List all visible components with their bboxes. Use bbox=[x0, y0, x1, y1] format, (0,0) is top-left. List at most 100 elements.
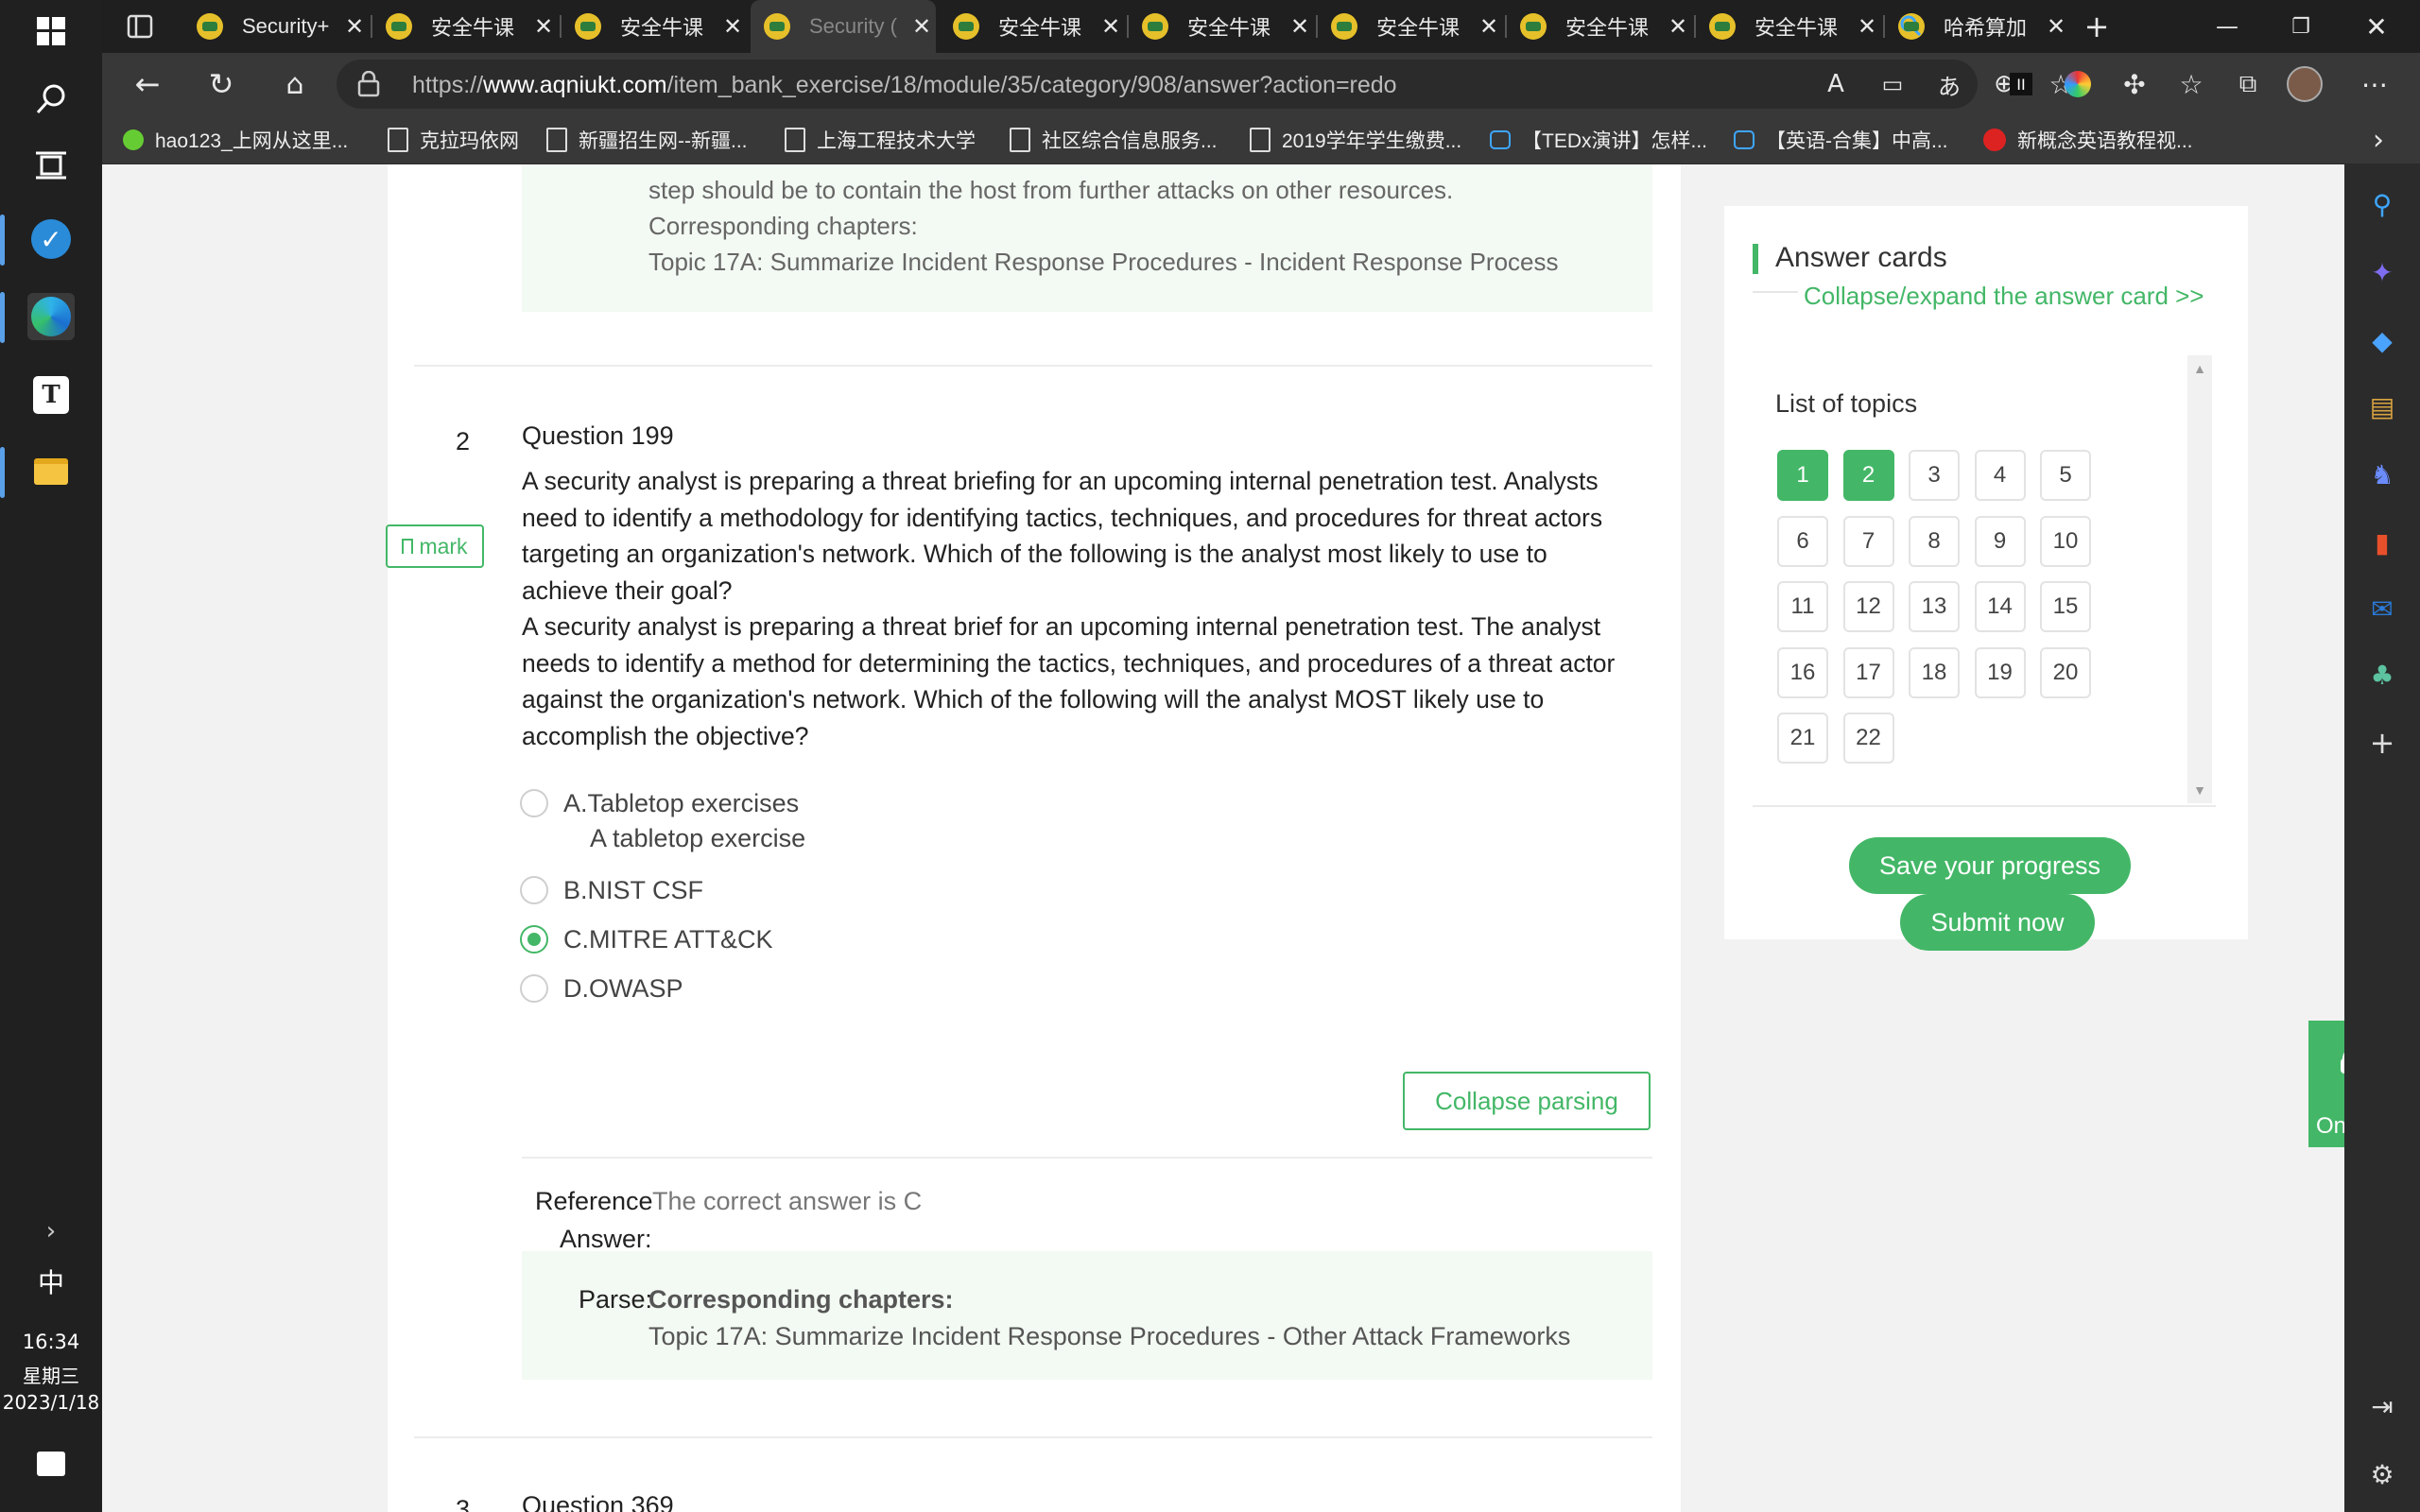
bookmarks-more-icon[interactable]: › bbox=[2356, 117, 2401, 163]
extension-pause-icon[interactable]: II bbox=[1998, 61, 2044, 107]
shopping-tag-icon[interactable]: ◆ bbox=[2363, 321, 2401, 359]
tools-icon[interactable]: ▤ bbox=[2363, 387, 2401, 425]
save-progress-button[interactable]: Save your progress bbox=[1849, 837, 2131, 894]
task-view-icon[interactable] bbox=[27, 142, 75, 189]
translate-icon[interactable]: あ bbox=[1927, 61, 1972, 107]
topic-number-button[interactable]: 13 bbox=[1909, 581, 1960, 632]
app-v-icon[interactable]: ✓ bbox=[27, 215, 75, 263]
home-icon[interactable]: ⌂ bbox=[272, 61, 318, 107]
tab-item[interactable]: 安全牛课 ✕ bbox=[562, 8, 747, 45]
settings-gear-icon[interactable]: ⚙ bbox=[2363, 1455, 2401, 1493]
outlook-icon[interactable]: ✉ bbox=[2363, 590, 2401, 627]
discover-icon[interactable]: ✦ bbox=[2363, 253, 2401, 291]
tab-item[interactable]: 安全牛课 ✕ bbox=[1318, 8, 1503, 45]
lock-icon[interactable] bbox=[357, 70, 380, 97]
close-window-icon[interactable]: ✕ bbox=[2354, 4, 2399, 49]
read-aloud-icon[interactable]: A bbox=[1813, 61, 1858, 107]
windows-start-icon[interactable] bbox=[27, 8, 75, 55]
ime-indicator[interactable]: 中 bbox=[0, 1263, 102, 1300]
close-tab-icon[interactable]: ✕ bbox=[1286, 13, 1314, 40]
url-text[interactable]: https://www.aqniukt.com/item_bank_exerci… bbox=[412, 72, 1397, 99]
refresh-icon[interactable]: ↻ bbox=[199, 61, 244, 107]
option-b-radio[interactable] bbox=[520, 876, 548, 904]
bookmark-item[interactable]: 上海工程技术大学 bbox=[785, 125, 976, 155]
tab-item[interactable]: 安全牛课 ✕ bbox=[940, 8, 1125, 45]
tab-item[interactable]: Security (✕ bbox=[751, 0, 936, 53]
topic-number-button[interactable]: 11 bbox=[1777, 581, 1828, 632]
tab-item[interactable]: Security+ ✕ bbox=[183, 8, 369, 45]
topic-number-button[interactable]: 12 bbox=[1842, 581, 1894, 632]
restore-icon[interactable]: ❐ bbox=[2278, 4, 2324, 49]
collapse-parsing-button[interactable]: Collapse parsing bbox=[1403, 1072, 1651, 1130]
topic-list-scrollbar[interactable]: ▲ ▼ bbox=[2187, 355, 2212, 803]
bookmark-item[interactable]: 新疆招生网--新疆... bbox=[546, 125, 748, 155]
edge-browser-icon[interactable] bbox=[27, 293, 75, 340]
topic-number-button[interactable]: 8 bbox=[1909, 515, 1960, 567]
tab-item[interactable]: 哈希算加 ✕ bbox=[1885, 8, 2070, 45]
topic-number-button[interactable]: 3 bbox=[1909, 450, 1960, 501]
topic-number-button[interactable]: 17 bbox=[1842, 646, 1894, 698]
tab-item[interactable]: 安全牛课 ✕ bbox=[1696, 8, 1881, 45]
more-menu-icon[interactable]: ⋯ bbox=[2352, 61, 2397, 107]
topic-number-button[interactable]: 22 bbox=[1842, 713, 1894, 764]
office-icon[interactable]: ▮ bbox=[2363, 524, 2401, 561]
extensions-icon[interactable]: ✣ bbox=[2112, 61, 2157, 107]
answer-card-toggle-link[interactable]: Collapse/expand the answer card >> bbox=[1804, 282, 2204, 311]
topic-number-button[interactable]: 9 bbox=[1974, 515, 2026, 567]
extension-color-icon[interactable] bbox=[2055, 61, 2100, 107]
topic-number-button[interactable]: 10 bbox=[2040, 515, 2091, 567]
close-tab-icon[interactable]: ✕ bbox=[1475, 13, 1503, 40]
minimize-icon[interactable]: — bbox=[2204, 4, 2250, 49]
topic-number-button[interactable]: 19 bbox=[1974, 646, 2026, 698]
topic-number-button[interactable]: 5 bbox=[2040, 450, 2091, 501]
option-d[interactable]: D.OWASP bbox=[520, 970, 683, 1007]
option-a[interactable]: A.Tabletop exercises bbox=[520, 784, 799, 822]
topic-number-button[interactable]: 14 bbox=[1974, 581, 2026, 632]
mark-button[interactable]: mark bbox=[386, 524, 484, 568]
option-d-radio[interactable] bbox=[520, 974, 548, 1003]
immersive-reader-icon[interactable]: ▭ bbox=[1870, 61, 1915, 107]
option-a-radio[interactable] bbox=[520, 789, 548, 817]
chevron-right-icon[interactable]: › bbox=[27, 1208, 75, 1255]
close-tab-icon[interactable]: ✕ bbox=[1664, 13, 1692, 40]
submit-button[interactable]: Submit now bbox=[1900, 894, 2095, 951]
collections-icon[interactable]: ⧉ bbox=[2225, 61, 2271, 107]
add-icon[interactable]: + bbox=[2363, 724, 2401, 762]
close-tab-icon[interactable]: ✕ bbox=[2042, 13, 2070, 40]
tab-item[interactable]: 安全牛课 ✕ bbox=[372, 8, 558, 45]
close-tab-icon[interactable]: ✕ bbox=[529, 13, 558, 40]
bookmark-item[interactable]: 克拉玛依网 bbox=[388, 125, 519, 155]
notification-icon[interactable] bbox=[27, 1440, 75, 1487]
clock-time[interactable]: 16:34 bbox=[0, 1331, 102, 1353]
new-tab-icon[interactable]: + bbox=[2074, 4, 2119, 49]
close-tab-icon[interactable]: ✕ bbox=[340, 13, 369, 40]
topic-number-button[interactable]: 18 bbox=[1909, 646, 1960, 698]
profile-avatar[interactable] bbox=[2282, 61, 2327, 107]
option-b[interactable]: B.NIST CSF bbox=[520, 871, 703, 909]
favorites-icon[interactable]: ☆ bbox=[2169, 61, 2214, 107]
back-icon[interactable]: ← bbox=[125, 61, 170, 107]
topic-number-button[interactable]: 16 bbox=[1777, 646, 1828, 698]
close-tab-icon[interactable]: ✕ bbox=[718, 13, 747, 40]
topic-number-button[interactable]: 21 bbox=[1777, 713, 1828, 764]
hide-sidebar-icon[interactable]: ⇥ bbox=[2363, 1387, 2401, 1425]
topic-number-button[interactable]: 2 bbox=[1842, 450, 1894, 501]
topic-number-button[interactable]: 15 bbox=[2040, 581, 2091, 632]
topic-number-button[interactable]: 4 bbox=[1974, 450, 2026, 501]
close-tab-icon[interactable]: ✕ bbox=[908, 13, 936, 40]
scroll-down-icon[interactable]: ▼ bbox=[2187, 782, 2212, 798]
topic-number-button[interactable]: 6 bbox=[1777, 515, 1828, 567]
address-bar[interactable]: https://www.aqniukt.com/item_bank_exerci… bbox=[337, 60, 2073, 109]
tab-actions-icon[interactable] bbox=[117, 4, 163, 49]
close-tab-icon[interactable]: ✕ bbox=[1853, 13, 1881, 40]
bookmark-item[interactable]: hao123_上网从这里... bbox=[123, 125, 348, 155]
games-icon[interactable]: ♞ bbox=[2363, 455, 2401, 493]
search-icon[interactable]: ⚲ bbox=[2363, 185, 2401, 223]
tab-item[interactable]: 安全牛课 ✕ bbox=[1129, 8, 1314, 45]
file-explorer-icon[interactable] bbox=[27, 448, 75, 495]
scroll-up-icon[interactable]: ▲ bbox=[2187, 361, 2212, 376]
tab-item[interactable]: 安全牛课 ✕ bbox=[1507, 8, 1692, 45]
drop-icon[interactable]: ♣ bbox=[2363, 656, 2401, 694]
bookmark-item[interactable]: 2019学年学生缴费... bbox=[1250, 125, 1461, 155]
online-chat-button[interactable]: Online cc bbox=[2308, 1021, 2344, 1147]
